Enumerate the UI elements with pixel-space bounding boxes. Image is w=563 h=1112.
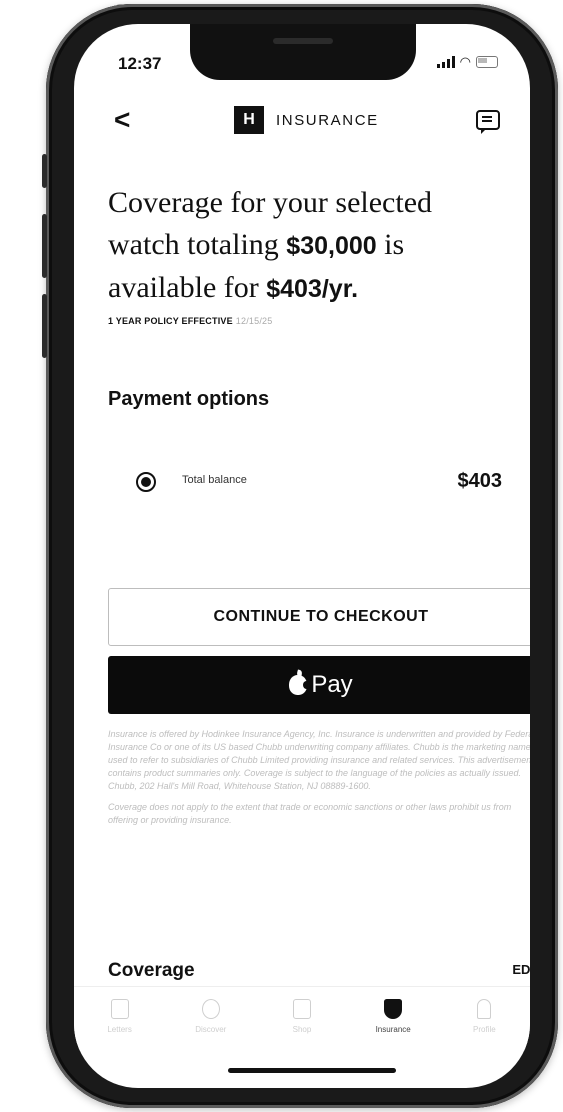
payment-option-total-balance[interactable]: Total balance $403 [108, 464, 508, 504]
coverage-amount: $30,000 [286, 232, 377, 260]
home-indicator[interactable] [228, 1068, 396, 1073]
tab-letters[interactable]: Letters [85, 987, 155, 1051]
apple-logo-icon [289, 675, 311, 695]
page-title: INSURANCE [276, 111, 379, 129]
apple-pay-button[interactable]: Pay [108, 656, 530, 714]
disclaimer-paragraph: Insurance is offered by Hodinkee Insuran… [108, 729, 530, 791]
payment-options-title: Payment options [108, 388, 270, 410]
document-icon [110, 999, 129, 1019]
chat-icon[interactable] [476, 110, 500, 134]
silent-switch [42, 154, 47, 188]
policy-effective: 1 YEAR POLICY EFFECTIVE 12/15/25 [108, 316, 272, 326]
tab-discover[interactable]: Discover [176, 987, 246, 1051]
status-time: 12:37 [118, 54, 162, 73]
headline-line3-pre: available for [108, 271, 267, 304]
policy-label: 1 YEAR POLICY EFFECTIVE [108, 316, 233, 326]
notch [190, 24, 416, 80]
headline-line1: Coverage for your selected [108, 186, 433, 219]
brand-logo: H [234, 106, 264, 134]
policy-date: 12/15/25 [235, 316, 273, 326]
shield-icon [384, 999, 403, 1019]
volume-down-button [42, 294, 47, 358]
radio-button-selected[interactable] [136, 472, 156, 492]
disclaimer-paragraph: Coverage does not apply to the extent th… [108, 802, 512, 825]
tab-shop[interactable]: Shop [267, 987, 337, 1051]
back-button[interactable]: < [114, 104, 130, 136]
shop-icon [292, 999, 311, 1019]
battery-icon [476, 56, 498, 68]
top-navbar: < H INSURANCE [74, 94, 530, 146]
tab-label: Shop [292, 1025, 312, 1034]
tab-insurance[interactable]: Insurance [358, 987, 428, 1051]
tab-label: Profile [473, 1025, 496, 1034]
annual-price: $403/yr. [266, 275, 359, 303]
payment-option-amount: $403 [457, 470, 503, 492]
headline-line2-pre: watch totaling [108, 228, 287, 261]
tab-label: Insurance [375, 1025, 411, 1034]
continue-to-checkout-button[interactable]: CONTINUE TO CHECKOUT [108, 588, 530, 646]
headline-line2-post: is [376, 228, 405, 261]
coverage-headline: Coverage for your selected watch totalin… [108, 182, 498, 310]
apple-pay-label: Pay [311, 671, 353, 698]
tab-profile[interactable]: Profile [449, 987, 519, 1051]
payment-option-label: Total balance [182, 474, 247, 486]
watch-icon [201, 999, 220, 1019]
tab-label: Letters [107, 1025, 132, 1034]
volume-up-button [42, 214, 47, 278]
bottom-tab-bar: Letters Discover Shop Insurance Profile [74, 986, 530, 1051]
wifi-icon: ◠ [459, 54, 471, 69]
legal-disclaimer: Insurance is offered by Hodinkee Insuran… [108, 728, 530, 835]
status-icons: ◠ [436, 54, 498, 70]
signal-icon [436, 56, 455, 68]
edit-coverage-link[interactable]: EDIT [512, 962, 530, 977]
person-icon [477, 999, 492, 1019]
brand: H INSURANCE [234, 106, 379, 134]
app-screen: 12:37 ◠ < H INSURANCE Coverage for your … [74, 24, 530, 1088]
coverage-section-title: Coverage [108, 960, 195, 981]
tab-label: Discover [195, 1025, 227, 1034]
